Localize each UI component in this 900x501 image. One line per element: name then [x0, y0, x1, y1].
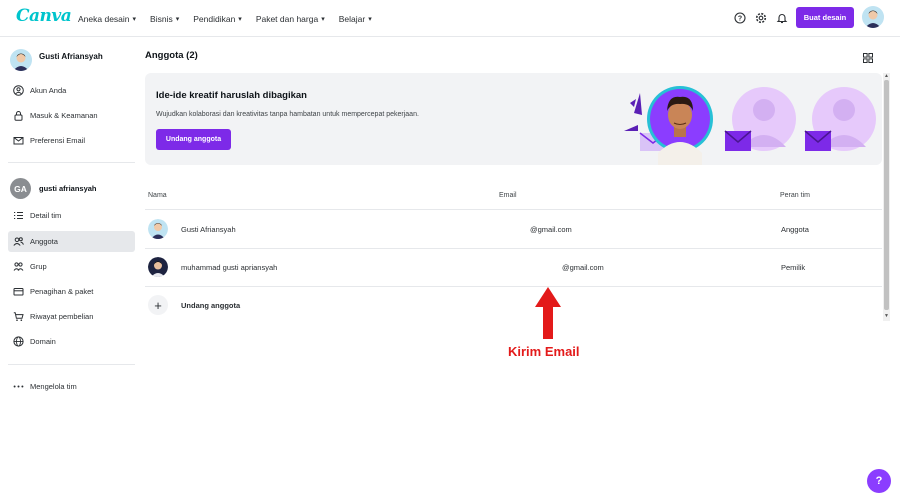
scrollbar-thumb[interactable]: [884, 80, 889, 310]
top-navigation-bar: Canva Aneka desain ▾ Bisnis ▾ Pendidikan ▾ …: [0, 0, 900, 37]
grid-view-icon[interactable]: [863, 50, 873, 68]
annotation-label: Kirim Email: [508, 344, 580, 359]
banner-title: Ide-ide kreatif haruslah dibagikan: [156, 90, 307, 101]
avatar[interactable]: [862, 6, 884, 28]
nav-paket-harga[interactable]: Paket dan harga ▾: [256, 14, 325, 24]
gear-icon[interactable]: [754, 11, 768, 25]
page-title: Anggota (2): [145, 50, 198, 61]
globe-icon: [13, 336, 24, 347]
member-role[interactable]: Anggota: [781, 225, 809, 234]
sidebar-item-detail-tim[interactable]: Detail tim: [8, 205, 135, 226]
people-icon: [13, 236, 24, 247]
sidebar-item-anggota[interactable]: Anggota: [8, 231, 135, 252]
divider: [8, 162, 135, 163]
avatar: [148, 257, 168, 277]
column-header-email[interactable]: Email: [499, 192, 517, 199]
team-avatar: GA: [10, 178, 31, 199]
bell-icon[interactable]: [775, 11, 789, 25]
group-icon: [13, 261, 24, 272]
svg-text:?: ?: [738, 16, 742, 23]
team-header: GA gusti afriansyah: [10, 178, 97, 199]
member-role: Pemilik: [781, 263, 806, 272]
sidebar-item-akun-anda[interactable]: Akun Anda: [8, 80, 135, 101]
team-name: gusti afriansyah: [39, 184, 97, 193]
sidebar-profile: Gusti Afriansyah: [10, 49, 103, 71]
chevron-down-icon: ▾: [132, 15, 137, 23]
invite-member-label[interactable]: Undang anggota: [181, 301, 240, 310]
divider: [8, 364, 135, 365]
chevron-down-icon: ▾: [321, 15, 325, 23]
list-icon: [13, 210, 24, 221]
chevron-down-icon: ▾: [238, 15, 242, 23]
sidebar-item-penagihan[interactable]: Penagihan & paket: [8, 281, 135, 302]
member-name: muhammad gusti apriansyah: [181, 263, 278, 272]
help-button[interactable]: ?: [867, 469, 891, 493]
sidebar: Gusti Afriansyah Akun Anda Masuk & Keama…: [0, 37, 140, 501]
banner-subtitle: Wujudkan kolaborasi dan kreativitas tanp…: [156, 111, 419, 118]
divider: [145, 248, 882, 249]
credit-card-icon: [13, 286, 24, 297]
divider: [145, 209, 882, 210]
avatar: [148, 219, 168, 239]
main-nav: Aneka desain ▾ Bisnis ▾ Pendidikan ▾ Paket …: [78, 0, 386, 37]
help-circle-icon[interactable]: ?: [733, 11, 747, 25]
member-name: Gusti Afriansyah: [181, 225, 236, 234]
more-icon: [13, 381, 24, 392]
nav-pendidikan[interactable]: Pendidikan ▾: [193, 14, 242, 24]
sidebar-item-mengelola-tim[interactable]: Mengelola tim: [8, 376, 135, 397]
chevron-down-icon: ▾: [368, 15, 372, 23]
invite-member-button[interactable]: Undang anggota: [156, 129, 231, 150]
plus-icon[interactable]: +: [148, 295, 168, 315]
mail-icon: [13, 135, 24, 146]
member-email: @gmail.com: [530, 225, 572, 234]
user-name: Gusti Afriansyah: [39, 52, 103, 61]
divider: [145, 286, 882, 287]
lock-icon: [13, 110, 24, 121]
sidebar-item-domain[interactable]: Domain: [8, 331, 135, 352]
user-icon: [13, 85, 24, 96]
scroll-down-icon[interactable]: ▼: [883, 313, 890, 319]
column-header-nama[interactable]: Nama: [148, 192, 167, 199]
avatar: [10, 49, 32, 71]
scroll-up-icon[interactable]: ▲: [883, 73, 890, 79]
red-arrow-annotation: [535, 287, 561, 339]
chevron-down-icon: ▾: [175, 15, 180, 23]
nav-belajar[interactable]: Belajar ▾: [339, 14, 372, 24]
canva-logo[interactable]: Canva: [16, 6, 72, 26]
create-design-button[interactable]: Buat desain: [796, 7, 854, 28]
nav-bisnis[interactable]: Bisnis ▾: [150, 14, 179, 24]
sidebar-item-preferensi-email[interactable]: Preferensi Email: [8, 130, 135, 151]
sidebar-item-masuk-keamanan[interactable]: Masuk & Keamanan: [8, 105, 135, 126]
sidebar-item-riwayat[interactable]: Riwayat pembelian: [8, 306, 135, 327]
invite-banner: Ide-ide kreatif haruslah dibagikan Wujud…: [145, 73, 882, 165]
member-email: @gmail.com: [562, 263, 604, 272]
cart-icon: [13, 311, 24, 322]
column-header-peran[interactable]: Peran tim: [780, 192, 810, 199]
banner-illustration: [624, 86, 876, 165]
nav-aneka-desain[interactable]: Aneka desain ▾: [78, 14, 136, 24]
sidebar-item-grup[interactable]: Grup: [8, 256, 135, 277]
